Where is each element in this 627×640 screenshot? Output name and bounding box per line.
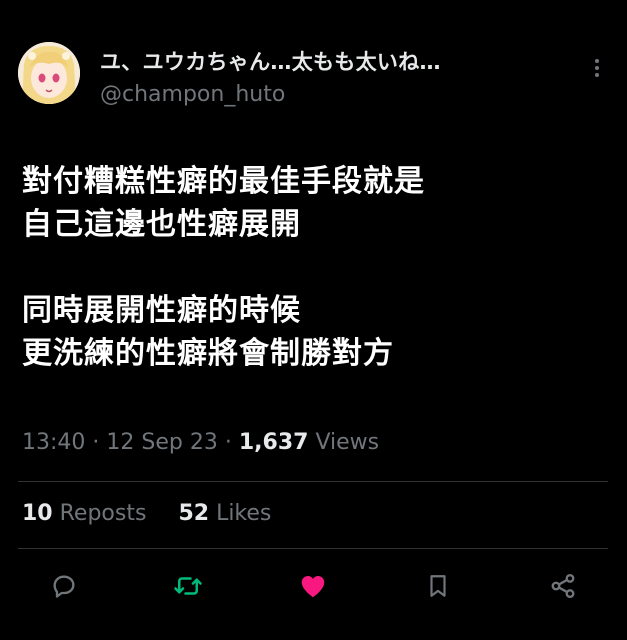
like-icon[interactable]	[293, 566, 333, 606]
likes-label: Likes	[216, 501, 272, 526]
tweet-meta: 13:40 · 12 Sep 23 · 1,637 Views	[22, 430, 379, 455]
reply-icon[interactable]	[44, 566, 84, 606]
more-icon[interactable]	[586, 56, 608, 86]
reposts-stat[interactable]: 10 Reposts	[22, 501, 153, 526]
action-bar	[0, 566, 627, 606]
tweet-text: 對付糟糕性癖的最佳手段就是 自己這邊也性癖展開 同時展開性癖的時候 更洗練的性癖…	[22, 160, 602, 375]
tweet-date[interactable]: 12 Sep 23	[106, 430, 217, 455]
tweet-line: 更洗練的性癖將會制勝對方	[22, 336, 394, 371]
engagement-stats: 10 Reposts 52 Likes	[22, 501, 271, 526]
separator: ·	[92, 430, 100, 455]
separator: ·	[224, 430, 232, 455]
reposts-count: 10	[22, 501, 53, 526]
likes-count: 52	[178, 501, 210, 526]
tweet-time[interactable]: 13:40	[22, 430, 85, 455]
share-icon[interactable]	[543, 566, 583, 606]
divider	[18, 481, 608, 482]
tweet-header: ユ、ユウカちゃん…太もも太いね… @champon_huto	[18, 40, 608, 110]
tweet-line: 同時展開性癖的時候	[22, 293, 301, 328]
tweet-line: 對付糟糕性癖的最佳手段就是	[22, 164, 425, 199]
display-name[interactable]: ユ、ユウカちゃん…太もも太いね…	[100, 46, 441, 76]
handle[interactable]: @champon_huto	[100, 82, 441, 107]
repost-icon[interactable]	[168, 566, 208, 606]
divider	[18, 548, 608, 549]
tweet-line: 自己這邊也性癖展開	[22, 207, 301, 242]
avatar[interactable]	[18, 42, 80, 104]
views-label: Views	[315, 430, 380, 455]
views-count: 1,637	[238, 430, 309, 455]
author-names: ユ、ユウカちゃん…太もも太いね… @champon_huto	[100, 46, 441, 107]
reposts-label: Reposts	[59, 501, 147, 526]
bookmark-icon[interactable]	[418, 566, 458, 606]
likes-stat[interactable]: 52 Likes	[178, 501, 271, 526]
